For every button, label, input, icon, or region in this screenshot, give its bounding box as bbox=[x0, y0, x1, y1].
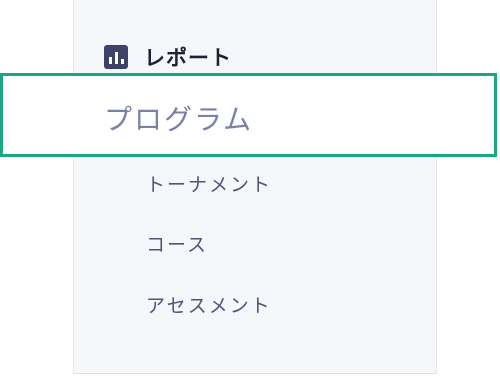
nav-item-programs-label: プログラム bbox=[104, 103, 254, 136]
nav-item-programs[interactable]: プログラム bbox=[0, 73, 497, 157]
nav-item-courses[interactable]: コース bbox=[146, 230, 208, 257]
bar-chart-icon bbox=[104, 45, 128, 69]
nav-item-tournaments[interactable]: トーナメント bbox=[146, 170, 272, 197]
section-header-reports[interactable]: レポート bbox=[104, 44, 232, 70]
nav-item-assessments[interactable]: アセスメント bbox=[146, 291, 272, 318]
page: レポート プログラム トーナメント コース アセスメント bbox=[0, 0, 500, 376]
section-title: レポート bbox=[144, 46, 232, 70]
